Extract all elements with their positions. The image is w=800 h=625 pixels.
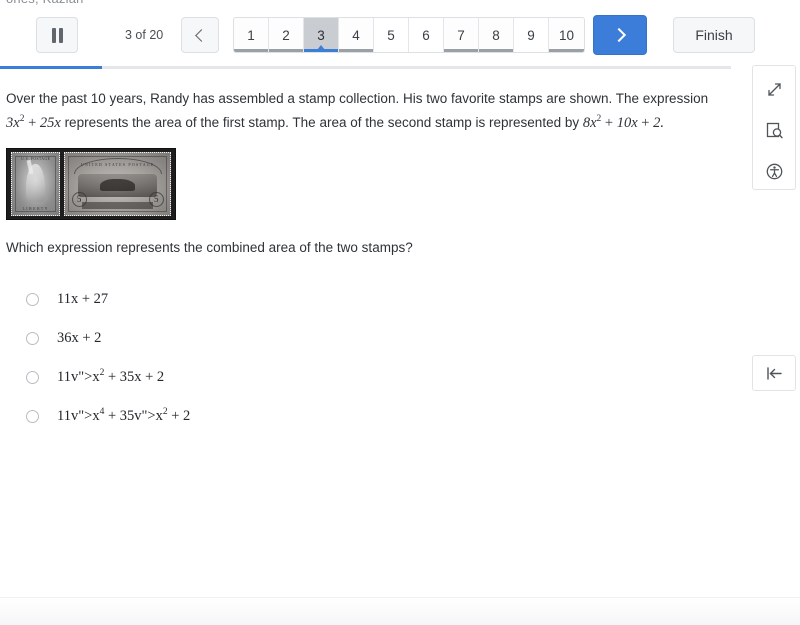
expand-button[interactable] (761, 76, 787, 102)
previous-question-button[interactable] (181, 17, 219, 53)
pager-page-label: 8 (492, 27, 500, 43)
pager-current-caret (317, 45, 325, 50)
pager-page-4[interactable]: 4 (339, 18, 374, 52)
content-divider (741, 78, 742, 593)
pager-page-underline (479, 49, 513, 52)
pager-page-underline (549, 49, 584, 52)
pager-page-1[interactable]: 1 (234, 18, 269, 52)
magnifier-button[interactable] (761, 117, 787, 143)
question-content: Over the past 10 years, Randy has assemb… (0, 78, 740, 595)
answer-choices: 11x + 27 36x + 2 11v">x2 + 35x + 2 11v">x4 … (6, 280, 728, 436)
pager-page-label: 3 (317, 27, 325, 43)
pager-page-label: 7 (457, 27, 465, 43)
stamp-statue-of-liberty: U.S. POSTAGE LIBERTY (11, 151, 61, 216)
pager-page-label: 6 (422, 27, 430, 43)
question-stem: Over the past 10 years, Randy has assemb… (6, 88, 718, 134)
answer-choice-text: 36x + 2 (57, 329, 102, 346)
tool-rail (752, 65, 796, 190)
stem-text-part2: represents the area of the first stamp. … (60, 114, 583, 130)
pager-page-underline (269, 49, 303, 52)
pause-icon (51, 27, 63, 43)
progress-bar-fill (0, 66, 103, 69)
answer-choice-A[interactable]: 11x + 27 (6, 280, 728, 319)
accessibility-button[interactable] (761, 158, 787, 184)
stamp-two-arc-label: UNITED STATES POSTAGE (80, 161, 155, 167)
progress-bar-track (0, 66, 731, 69)
pause-button[interactable] (36, 17, 78, 53)
stamp-one-top-label: U.S. POSTAGE (21, 156, 51, 161)
pager-page-2[interactable]: 2 (269, 18, 304, 52)
answer-choice-text: 11v">x4 + 35v">x2 + 2 (57, 407, 191, 425)
answer-choice-text: 11v">x2 + 35x + 2 (57, 368, 165, 386)
pager-page-underline (444, 49, 478, 52)
pager-page-9[interactable]: 9 (514, 18, 549, 52)
radio-button[interactable] (26, 370, 39, 384)
accessibility-icon (766, 163, 782, 179)
footer-band (0, 597, 800, 625)
pager-page-label: 2 (282, 27, 290, 43)
assessment-screen: ones, Kazian 3 of 20 12345678910 Finish … (0, 0, 800, 625)
pager-page-10[interactable]: 10 (549, 18, 584, 52)
expand-icon (767, 82, 781, 96)
answer-choice-B[interactable]: 36x + 2 (6, 319, 728, 358)
radio-button[interactable] (26, 292, 39, 306)
stem-text-part1: Over the past 10 years, Randy has assemb… (6, 91, 709, 106)
next-question-button[interactable] (593, 15, 647, 55)
pager-page-label: 5 (387, 27, 395, 43)
answer-choice-D[interactable]: 11v">x4 + 35v">x2 + 2 (6, 397, 728, 436)
pager-page-3[interactable]: 3 (304, 18, 339, 52)
expression-second-stamp: 8x2 + 10x + 2. (582, 114, 664, 131)
locomotive-figure (100, 179, 136, 192)
radio-button[interactable] (26, 331, 39, 345)
stamp-one-bottom-label: LIBERTY (22, 206, 49, 212)
locomotive-scene (77, 173, 158, 198)
pager-page-label: 10 (558, 27, 575, 43)
pager-page-8[interactable]: 8 (479, 18, 514, 52)
answer-choice-text: 11x + 27 (57, 290, 109, 307)
pager-page-label: 1 (247, 27, 255, 43)
chevron-left-icon (195, 28, 208, 42)
question-prompt: Which expression represents the combined… (6, 239, 413, 255)
pager-page-5[interactable]: 5 (374, 18, 409, 52)
pager-page-7[interactable]: 7 (444, 18, 479, 52)
stamp-locomotive: UNITED STATES POSTAGE 5 5 (64, 151, 171, 216)
question-pager: 1 2 3 4 5 6 7 8 9 10 (233, 17, 585, 53)
expression-first-stamp: 3x2 + 25x (6, 114, 61, 131)
pager-page-label: 9 (527, 27, 535, 43)
page-magnifier-icon (766, 122, 783, 138)
pager-page-underline (339, 49, 373, 52)
question-counter: 3 of 20 (125, 28, 164, 42)
stamps-image: U.S. POSTAGE LIBERTY UNITED STATES POSTA… (6, 147, 176, 220)
question-toolbar: 3 of 20 1 2 3 4 5 6 7 8 9 10 Finish (0, 0, 800, 62)
collapse-left-icon (766, 366, 782, 380)
pager-page-6[interactable]: 6 (409, 18, 444, 52)
answer-choice-C[interactable]: 11v">x2 + 35x + 2 (6, 358, 728, 397)
pager-page-underline (234, 49, 268, 52)
pager-page-label: 4 (352, 27, 360, 43)
chevron-right-icon (611, 27, 626, 43)
collapse-panel-button[interactable] (752, 355, 796, 391)
stamp-two-bottom-bar (82, 202, 154, 209)
finish-button[interactable]: Finish (673, 17, 755, 53)
radio-button[interactable] (26, 409, 39, 423)
